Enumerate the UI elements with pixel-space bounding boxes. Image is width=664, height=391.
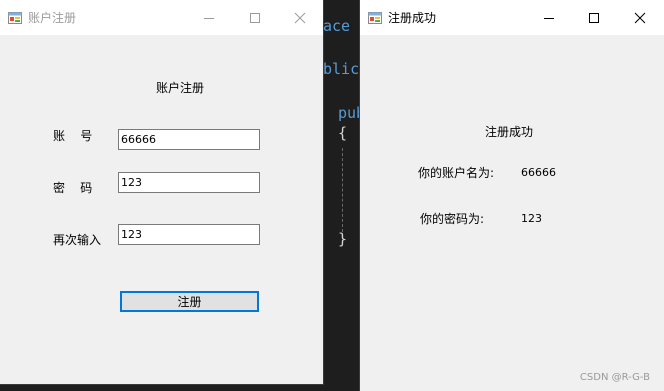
confirm-password-input[interactable] xyxy=(118,224,260,245)
winforms-app-icon xyxy=(368,12,382,24)
watermark: CSDN @R-G-B xyxy=(579,372,650,383)
account-input[interactable] xyxy=(118,129,260,150)
register-window-title: 账户注册 xyxy=(28,11,77,25)
close-icon xyxy=(634,12,646,23)
register-heading: 账户注册 xyxy=(156,81,205,95)
register-close-button[interactable] xyxy=(277,0,323,35)
success-window-title: 注册成功 xyxy=(388,11,437,25)
minimize-icon xyxy=(204,17,214,19)
password-label: 密 码 xyxy=(53,181,93,195)
register-minimize-button[interactable] xyxy=(186,0,232,35)
success-maximize-button[interactable] xyxy=(571,0,617,35)
register-submit-button[interactable]: 注册 xyxy=(120,291,259,312)
winforms-app-icon xyxy=(8,12,22,24)
code-close-brace: } xyxy=(338,230,348,248)
register-titlebar[interactable]: 账户注册 xyxy=(0,0,323,35)
register-maximize-button[interactable] xyxy=(232,0,278,35)
confirm-password-label: 再次输入 xyxy=(53,233,102,247)
minimize-icon xyxy=(544,17,554,19)
password-result-value: 123 xyxy=(521,212,542,225)
account-label: 账 号 xyxy=(53,129,93,143)
success-close-button[interactable] xyxy=(617,0,663,35)
success-heading: 注册成功 xyxy=(485,125,534,139)
code-line-2: blic xyxy=(323,60,360,78)
indent-guide xyxy=(342,148,343,232)
maximize-icon xyxy=(250,12,260,23)
success-minimize-button[interactable] xyxy=(526,0,572,35)
account-name-value: 66666 xyxy=(521,166,556,179)
code-open-brace: { xyxy=(338,124,348,142)
password-input[interactable] xyxy=(118,172,260,193)
maximize-icon xyxy=(589,12,599,23)
success-window: 注册成功 注册成功 你的账户名为: 66666 你的密码为: 123 CSDN … xyxy=(360,0,664,391)
account-name-label: 你的账户名为: xyxy=(418,166,495,180)
success-titlebar[interactable]: 注册成功 xyxy=(360,0,664,35)
register-window: 账户注册 账户注册 账 号 密 码 再次输入 注册 xyxy=(0,0,323,384)
password-result-label: 你的密码为: xyxy=(420,212,485,226)
close-icon xyxy=(294,12,306,23)
